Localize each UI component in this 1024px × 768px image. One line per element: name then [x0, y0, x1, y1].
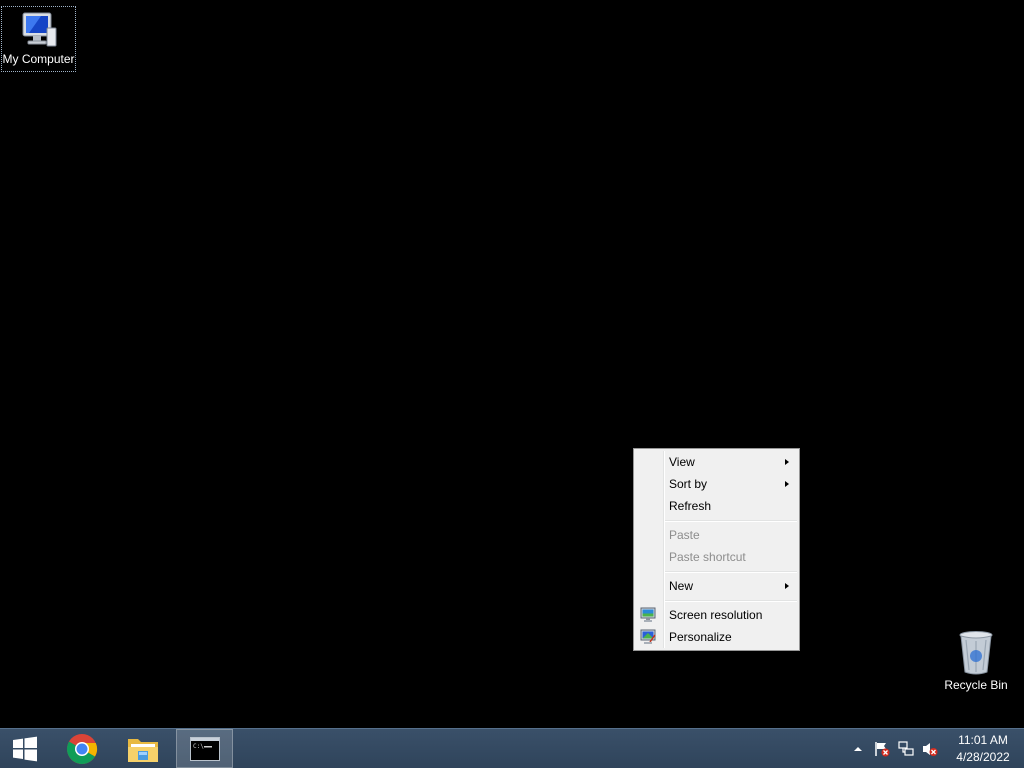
menu-item-label: Paste: [669, 528, 700, 542]
my-computer-desktop-icon[interactable]: My Computer: [1, 6, 76, 72]
clock[interactable]: 11:01 AM 4/28/2022: [948, 732, 1018, 766]
cmd-icon: C:\: [189, 736, 220, 761]
volume-muted-icon: [923, 742, 938, 756]
menu-item-label: Personalize: [669, 630, 732, 644]
show-hidden-icons-icon: [854, 746, 862, 751]
svg-text:C:\: C:\: [193, 743, 204, 750]
menu-item-new[interactable]: New: [636, 575, 797, 597]
menu-item-paste[interactable]: Paste: [636, 524, 797, 546]
menu-item-screen-resolution[interactable]: Screen resolution: [636, 604, 797, 626]
menu-item-label: Sort by: [669, 477, 708, 491]
menu-item-label: Paste shortcut: [669, 550, 746, 564]
menu-item-view[interactable]: View: [636, 451, 797, 473]
clock-time: 11:01 AM: [958, 732, 1008, 747]
menu-item-label: New: [669, 579, 694, 593]
display-icon: [640, 607, 656, 622]
submenu-arrow-icon: [785, 481, 789, 487]
desktop-context-menu: View Sort by Refresh Paste Paste shortcu…: [633, 448, 800, 651]
chrome-icon: [66, 733, 98, 764]
show-hidden-icons-button[interactable]: [850, 741, 866, 757]
submenu-arrow-icon: [785, 583, 789, 589]
menu-item-personalize[interactable]: Personalize: [636, 626, 797, 648]
submenu-arrow-icon: [785, 459, 789, 465]
menu-separator: [665, 571, 797, 573]
windows-logo-icon: [13, 736, 37, 761]
taskbar-command-prompt-button[interactable]: C:\: [176, 729, 233, 768]
menu-item-label: Screen resolution: [669, 608, 763, 622]
recycle-bin-icon: [959, 631, 993, 675]
menu-item-refresh[interactable]: Refresh: [636, 495, 797, 517]
recycle-bin-label: Recycle Bin: [944, 678, 1008, 692]
action-center-button[interactable]: [874, 741, 890, 757]
taskbar: C:\ 11:01 AM 4/28/2022: [0, 728, 1024, 768]
desktop[interactable]: My Computer Recycle Bin View Sort by Ref…: [0, 0, 1024, 728]
taskbar-file-explorer-button[interactable]: [115, 729, 171, 768]
action-center-flag-icon: [875, 741, 890, 756]
taskbar-chrome-button[interactable]: [54, 729, 110, 768]
volume-button[interactable]: [922, 741, 938, 757]
personalize-icon: [640, 629, 656, 644]
menu-separator: [665, 520, 797, 522]
menu-item-label: View: [669, 455, 695, 469]
menu-item-paste-shortcut[interactable]: Paste shortcut: [636, 546, 797, 568]
clock-date: 4/28/2022: [956, 749, 1010, 764]
system-tray: 11:01 AM 4/28/2022: [846, 729, 1024, 768]
network-icon: [898, 740, 914, 756]
my-computer-label: My Computer: [2, 52, 75, 66]
menu-item-sort-by[interactable]: Sort by: [636, 473, 797, 495]
recycle-bin-desktop-icon[interactable]: Recycle Bin: [940, 630, 1012, 700]
computer-icon: [22, 12, 56, 47]
menu-item-label: Refresh: [669, 499, 712, 513]
start-button[interactable]: [0, 729, 50, 768]
network-button[interactable]: [898, 740, 914, 757]
folder-icon: [128, 738, 158, 762]
menu-separator: [665, 600, 797, 602]
